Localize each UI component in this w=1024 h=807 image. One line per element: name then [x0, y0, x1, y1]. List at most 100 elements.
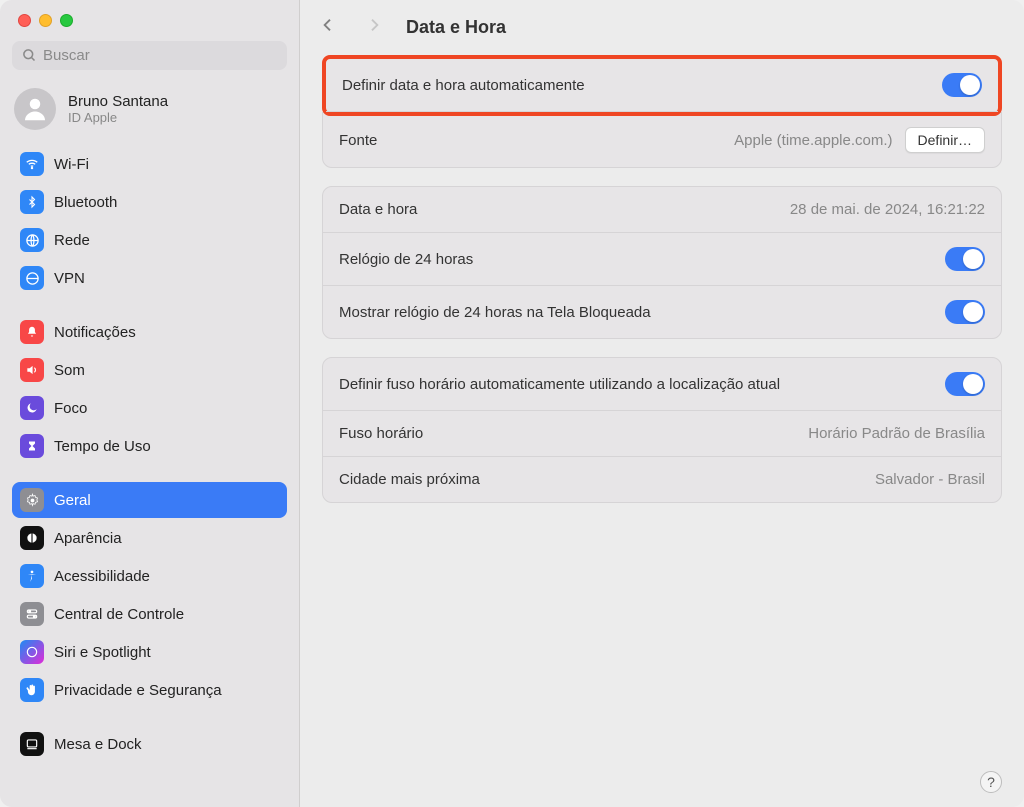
row-label: Definir fuso horário automaticamente uti…	[339, 376, 945, 393]
toggle-24h-lockscreen[interactable]	[945, 300, 985, 324]
sidebar-list: Wi-Fi Bluetooth Rede VPN Notificações	[0, 144, 299, 807]
toggle-auto-timezone[interactable]	[945, 372, 985, 396]
avatar	[14, 88, 56, 130]
panel-timezone: Definir fuso horário automaticamente uti…	[322, 357, 1002, 503]
sidebar-item-accessibility[interactable]: Acessibilidade	[12, 558, 287, 594]
source-value: Apple (time.apple.com.)	[734, 132, 892, 149]
wifi-icon	[20, 152, 44, 176]
sidebar-item-label: Notificações	[54, 324, 136, 341]
sidebar-item-vpn[interactable]: VPN	[12, 260, 287, 296]
sidebar: Buscar Bruno Santana ID Apple Wi-Fi Blue…	[0, 0, 300, 807]
toolbar: Data e Hora	[300, 0, 1024, 49]
search-wrap: Buscar	[0, 37, 299, 80]
sidebar-item-label: Som	[54, 362, 85, 379]
sidebar-item-siri[interactable]: Siri e Spotlight	[12, 634, 287, 670]
sidebar-item-bluetooth[interactable]: Bluetooth	[12, 184, 287, 220]
back-button[interactable]	[314, 14, 342, 41]
settings-window: Buscar Bruno Santana ID Apple Wi-Fi Blue…	[0, 0, 1024, 807]
search-input[interactable]: Buscar	[12, 41, 287, 70]
sidebar-item-controlcenter[interactable]: Central de Controle	[12, 596, 287, 632]
row-label: Cidade mais próxima	[339, 471, 875, 488]
user-subtitle: ID Apple	[68, 110, 168, 125]
sidebar-item-label: Acessibilidade	[54, 568, 150, 585]
minimize-window-button[interactable]	[39, 14, 52, 27]
dock-icon	[20, 732, 44, 756]
row-datetime: Data e hora 28 de mai. de 2024, 16:21:22	[323, 187, 1001, 232]
sidebar-item-label: Wi-Fi	[54, 156, 89, 173]
sidebar-divider	[12, 466, 287, 482]
row-24h-clock: Relógio de 24 horas	[323, 232, 1001, 285]
sidebar-item-label: Privacidade e Segurança	[54, 682, 222, 699]
gear-icon	[20, 488, 44, 512]
chevron-left-icon	[320, 14, 336, 36]
row-label: Data e hora	[339, 201, 790, 218]
datetime-value: 28 de mai. de 2024, 16:21:22	[790, 201, 985, 218]
accessibility-icon	[20, 564, 44, 588]
sidebar-divider	[12, 710, 287, 726]
control-center-icon	[20, 602, 44, 626]
sidebar-divider	[12, 298, 287, 314]
vpn-icon	[20, 266, 44, 290]
sidebar-item-general[interactable]: Geral	[12, 482, 287, 518]
row-24h-lockscreen: Mostrar relógio de 24 horas na Tela Bloq…	[323, 285, 1001, 338]
zoom-window-button[interactable]	[60, 14, 73, 27]
sidebar-item-label: Central de Controle	[54, 606, 184, 623]
sidebar-item-network[interactable]: Rede	[12, 222, 287, 258]
help-button[interactable]: ?	[980, 771, 1002, 793]
user-text: Bruno Santana ID Apple	[68, 93, 168, 125]
row-source: Fonte Apple (time.apple.com.) Definir…	[323, 113, 1001, 167]
toggle-auto-datetime[interactable]	[942, 73, 982, 97]
panel-auto-and-source: Definir data e hora automaticamente	[322, 55, 1002, 116]
sidebar-item-label: Rede	[54, 232, 90, 249]
row-timezone: Fuso horário Horário Padrão de Brasília	[323, 410, 1001, 456]
panel-source: Fonte Apple (time.apple.com.) Definir…	[322, 112, 1002, 168]
bell-icon	[20, 320, 44, 344]
row-city: Cidade mais próxima Salvador - Brasil	[323, 456, 1001, 502]
row-auto-timezone: Definir fuso horário automaticamente uti…	[323, 358, 1001, 410]
speaker-icon	[20, 358, 44, 382]
city-value: Salvador - Brasil	[875, 471, 985, 488]
chevron-right-icon	[366, 14, 382, 36]
sidebar-item-label: VPN	[54, 270, 85, 287]
hand-icon	[20, 678, 44, 702]
panel-clock: Data e hora 28 de mai. de 2024, 16:21:22…	[322, 186, 1002, 339]
siri-icon	[20, 640, 44, 664]
appearance-icon	[20, 526, 44, 550]
row-label: Fonte	[339, 132, 734, 149]
content: Definir data e hora automaticamente Font…	[300, 49, 1024, 807]
sidebar-item-privacy[interactable]: Privacidade e Segurança	[12, 672, 287, 708]
row-label: Relógio de 24 horas	[339, 251, 945, 268]
apple-id-row[interactable]: Bruno Santana ID Apple	[0, 80, 299, 144]
search-placeholder: Buscar	[43, 47, 90, 64]
sidebar-item-label: Tempo de Uso	[54, 438, 151, 455]
sidebar-item-label: Mesa e Dock	[54, 736, 142, 753]
help-glyph: ?	[987, 774, 995, 790]
define-source-button[interactable]: Definir…	[905, 127, 985, 153]
user-name: Bruno Santana	[68, 93, 168, 110]
row-label: Definir data e hora automaticamente	[342, 77, 942, 94]
search-icon	[22, 48, 37, 63]
hourglass-icon	[20, 434, 44, 458]
sidebar-item-label: Siri e Spotlight	[54, 644, 151, 661]
sidebar-item-wifi[interactable]: Wi-Fi	[12, 146, 287, 182]
sidebar-item-dock[interactable]: Mesa e Dock	[12, 726, 287, 762]
sidebar-item-label: Foco	[54, 400, 87, 417]
moon-icon	[20, 396, 44, 420]
sidebar-item-label: Bluetooth	[54, 194, 117, 211]
forward-button[interactable]	[360, 14, 388, 41]
bluetooth-icon	[20, 190, 44, 214]
close-window-button[interactable]	[18, 14, 31, 27]
toggle-24h-clock[interactable]	[945, 247, 985, 271]
sidebar-item-label: Geral	[54, 492, 91, 509]
sidebar-item-appearance[interactable]: Aparência	[12, 520, 287, 556]
main-pane: Data e Hora Definir data e hora automati…	[300, 0, 1024, 807]
sidebar-item-sound[interactable]: Som	[12, 352, 287, 388]
row-label: Mostrar relógio de 24 horas na Tela Bloq…	[339, 304, 945, 321]
sidebar-item-focus[interactable]: Foco	[12, 390, 287, 426]
row-label: Fuso horário	[339, 425, 808, 442]
sidebar-item-notifications[interactable]: Notificações	[12, 314, 287, 350]
row-auto-datetime: Definir data e hora automaticamente	[326, 59, 998, 112]
person-icon	[20, 94, 50, 124]
page-title: Data e Hora	[406, 17, 506, 38]
sidebar-item-screentime[interactable]: Tempo de Uso	[12, 428, 287, 464]
